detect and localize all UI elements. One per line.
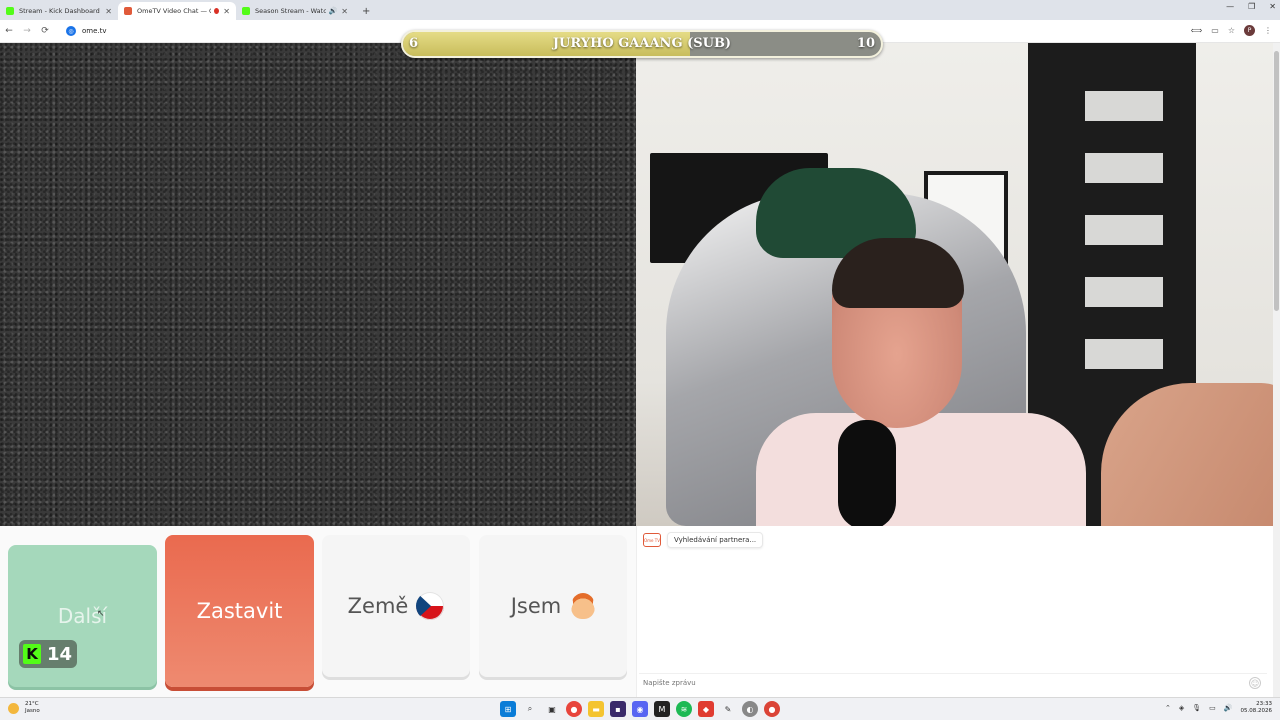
gmail-icon[interactable]: M xyxy=(654,701,670,717)
brush-icon[interactable]: ✎ xyxy=(720,701,736,717)
clock-date: 05.08.2026 xyxy=(1240,708,1273,714)
url-text: ome.tv xyxy=(82,27,107,35)
chrome-icon[interactable]: ● xyxy=(566,701,582,717)
display-icon[interactable]: ▭ xyxy=(1209,704,1216,712)
toolbar-extensions: ⟺ ▭ ☆ P ⋮ xyxy=(1191,25,1272,36)
reload-button[interactable]: ⟳ xyxy=(36,26,54,36)
profile-avatar[interactable]: P xyxy=(1244,25,1255,36)
browser-tab-bar: Stream - Kick Dashboard ✕ OmeTV Video Ch… xyxy=(0,0,1280,20)
chat-input-row: ☺ xyxy=(639,673,1267,691)
weather-widget[interactable]: 21°C Jasno xyxy=(8,701,40,715)
back-button[interactable]: ← xyxy=(0,26,18,36)
cast-icon[interactable]: ▭ xyxy=(1211,26,1219,35)
emoji-smile-icon[interactable]: ☺ xyxy=(1249,677,1261,689)
mouse-cursor-icon: ↖ xyxy=(97,609,105,619)
windows-start-icon[interactable]: ⊞ xyxy=(500,701,516,717)
site-info-icon[interactable]: ◎ xyxy=(66,26,76,36)
game-icon[interactable]: ◐ xyxy=(742,701,758,717)
restore-button[interactable]: ❐ xyxy=(1248,2,1255,11)
tab-ometv[interactable]: OmeTV Video Chat — Ome ✕ xyxy=(118,2,236,20)
chat-controls: Další ↖ K 14 Zastavit Země Jsem xyxy=(0,526,636,697)
close-icon[interactable]: ✕ xyxy=(341,7,348,16)
boy-emoji-icon xyxy=(571,593,596,619)
mic-icon[interactable]: 🎙 xyxy=(1192,704,1201,712)
red-app-icon[interactable]: ◆ xyxy=(698,701,714,717)
system-clock[interactable]: 23:33 05.08.2026 xyxy=(1241,701,1273,715)
recording-icon xyxy=(214,8,220,14)
moon-weather-icon xyxy=(8,702,19,714)
close-icon[interactable]: ✕ xyxy=(105,7,112,16)
chat-message-input[interactable] xyxy=(643,678,1223,687)
tab-title: OmeTV Video Chat — Ome xyxy=(137,7,211,15)
search-icon[interactable]: ⌕ xyxy=(522,701,538,717)
stop-button[interactable]: Zastavit xyxy=(165,535,314,687)
discord-icon[interactable]: ◉ xyxy=(632,701,648,717)
volume-icon[interactable]: 🔊 xyxy=(1224,704,1233,712)
file-explorer-icon[interactable]: ▬ xyxy=(588,701,604,717)
page-scrollbar[interactable] xyxy=(1273,43,1280,697)
status-bubble: Vyhledávání partnera... xyxy=(667,532,764,548)
stop-button-label: Zastavit xyxy=(196,599,283,623)
tab-kick-dashboard[interactable]: Stream - Kick Dashboard ✕ xyxy=(0,2,118,20)
chat-status-message: Ome TV Vyhledávání partnera... xyxy=(643,532,764,548)
forward-button[interactable]: → xyxy=(18,26,36,36)
translate-icon[interactable]: ⟺ xyxy=(1191,26,1202,35)
country-button[interactable]: Země xyxy=(322,535,470,677)
sub-goal-label: JURYHO GAAANG (SUB) xyxy=(552,36,732,51)
chat-panel: Ome TV Vyhledávání partnera... ☺ xyxy=(636,526,1273,697)
weather-desc: Jasno xyxy=(25,708,40,714)
tab-title: Stream - Kick Dashboard xyxy=(19,7,100,15)
url-field[interactable]: ◎ ome.tv xyxy=(60,23,113,39)
czech-flag-icon xyxy=(416,592,445,620)
kick-logo-icon: K xyxy=(23,644,41,664)
bookmark-star-icon[interactable]: ☆ xyxy=(1228,26,1235,35)
kick-favicon-icon xyxy=(6,7,14,15)
chrome-alt-icon[interactable]: ● xyxy=(764,701,780,717)
gender-button-label: Jsem xyxy=(510,594,562,618)
microphone xyxy=(838,420,896,526)
next-button[interactable]: Další ↖ K 14 xyxy=(8,545,157,687)
close-icon[interactable]: ✕ xyxy=(223,7,230,16)
system-tray: ⌃ ◈ 🎙 ▭ 🔊 23:33 05.08.2026 xyxy=(1165,701,1272,715)
kick-favicon-icon xyxy=(242,7,250,15)
person-hair xyxy=(832,238,964,308)
menu-kebab-icon[interactable]: ⋮ xyxy=(1264,26,1272,35)
ometv-logo-icon: Ome TV xyxy=(643,533,661,547)
network-icon[interactable]: ◈ xyxy=(1179,704,1184,712)
country-button-label: Země xyxy=(347,594,409,618)
scrollbar-thumb[interactable] xyxy=(1274,51,1279,311)
windows-taskbar: 21°C Jasno ⊞ ⌕ ▣ ● ▬ ▪ ◉ M ≋ ◆ ✎ ◐ ● ⌃ ◈… xyxy=(0,697,1280,720)
clock-time: 23:33 xyxy=(1256,701,1272,707)
weather-temp: 21°C xyxy=(25,701,39,707)
taskbar-apps: ⊞ ⌕ ▣ ● ▬ ▪ ◉ M ≋ ◆ ✎ ◐ ● xyxy=(500,701,780,717)
sub-goal-bar: 6 JURYHO GAAANG (SUB) 10 xyxy=(401,30,883,58)
window-controls: — ❐ ✕ xyxy=(1226,2,1276,11)
stranger-video xyxy=(0,43,636,526)
tab-season-stream[interactable]: Season Stream - Watch Live 🔊 ✕ xyxy=(236,2,354,20)
minimize-button[interactable]: — xyxy=(1226,2,1234,11)
ometv-favicon-icon xyxy=(124,7,132,15)
obs-icon[interactable]: ▪ xyxy=(610,701,626,717)
spotify-icon[interactable]: ≋ xyxy=(676,701,692,717)
kick-viewer-count: 14 xyxy=(47,643,73,665)
kick-viewer-badge: K 14 xyxy=(19,640,77,668)
new-tab-button[interactable]: + xyxy=(354,2,378,20)
own-webcam-video xyxy=(636,43,1273,526)
gender-button[interactable]: Jsem xyxy=(479,535,627,677)
person-shirt xyxy=(756,413,1086,526)
close-window-button[interactable]: ✕ xyxy=(1269,2,1276,11)
sub-goal-target: 10 xyxy=(856,36,875,51)
chevron-up-icon[interactable]: ⌃ xyxy=(1165,704,1171,712)
task-view-icon[interactable]: ▣ xyxy=(544,701,560,717)
speaker-icon[interactable]: 🔊 xyxy=(329,7,338,15)
tab-title: Season Stream - Watch Live xyxy=(255,7,326,15)
